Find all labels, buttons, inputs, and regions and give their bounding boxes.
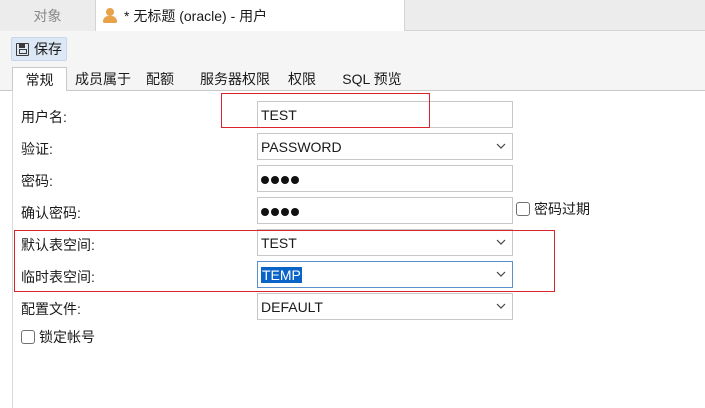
toolbar: 保存 [0, 31, 705, 65]
password-expired-label: 密码过期 [534, 201, 590, 217]
chevron-down-icon [496, 143, 506, 149]
tab-objects[interactable]: 对象 [0, 0, 96, 31]
confirm-password-label: 确认密码: [21, 205, 81, 221]
temp-tablespace-select[interactable]: TEMP [257, 261, 513, 288]
save-icon [16, 42, 29, 56]
tab-privileges[interactable]: 权限 [282, 67, 322, 91]
chevron-down-icon [496, 239, 506, 245]
password-label: 密码: [21, 173, 53, 189]
chevron-down-icon [496, 303, 506, 309]
lock-account-box[interactable] [21, 330, 35, 344]
tab-objects-label: 对象 [33, 7, 62, 24]
temp-tablespace-value: TEMP [261, 266, 302, 283]
username-input[interactable]: TEST [257, 101, 513, 128]
profile-select[interactable]: DEFAULT [257, 293, 513, 320]
top-tab-bar: 对象 * 无标题 (oracle) - 用户 [0, 0, 705, 32]
username-value: TEST [261, 106, 297, 123]
profile-value: DEFAULT [261, 298, 323, 315]
temp-tablespace-label: 临时表空间: [21, 269, 95, 285]
confirm-password-mask [261, 203, 301, 219]
tab-server-privileges[interactable]: 服务器权限 [195, 67, 275, 91]
lock-account-checkbox[interactable]: 锁定帐号 [21, 327, 95, 347]
tab-sql-preview[interactable]: SQL 预览 [337, 67, 407, 91]
default-tablespace-select[interactable]: TEST [257, 229, 513, 256]
chevron-down-icon [496, 271, 506, 277]
sub-tab-bar: 常规 成员属于 配额 服务器权限 权限 SQL 预览 [0, 65, 705, 92]
tab-member-of-label: 成员属于 [75, 71, 131, 87]
tab-user-editor-label: * 无标题 (oracle) - 用户 [124, 8, 268, 24]
auth-label: 验证: [21, 141, 53, 157]
tab-sql-preview-label: SQL 预览 [342, 71, 402, 87]
tab-general[interactable]: 常规 [12, 67, 67, 92]
tab-quota[interactable]: 配额 [140, 67, 180, 91]
password-mask [261, 171, 301, 187]
user-icon [102, 8, 118, 24]
save-button[interactable]: 保存 [11, 37, 67, 61]
password-expired-checkbox[interactable]: 密码过期 [516, 199, 590, 219]
confirm-password-input[interactable] [257, 197, 513, 224]
tab-server-privileges-label: 服务器权限 [200, 71, 270, 87]
default-tablespace-value: TEST [261, 234, 297, 251]
tab-member-of[interactable]: 成员属于 [70, 67, 136, 91]
tab-quota-label: 配额 [146, 71, 174, 87]
lock-account-label: 锁定帐号 [39, 329, 95, 345]
profile-label: 配置文件: [21, 301, 81, 317]
save-button-label: 保存 [34, 41, 62, 57]
auth-select[interactable]: PASSWORD [257, 133, 513, 160]
tab-privileges-label: 权限 [288, 71, 316, 87]
password-input[interactable] [257, 165, 513, 192]
tab-general-label: 常规 [25, 72, 54, 88]
auth-value: PASSWORD [261, 138, 342, 155]
username-label: 用户名: [21, 109, 67, 125]
default-tablespace-label: 默认表空间: [21, 237, 95, 253]
tab-user-editor[interactable]: * 无标题 (oracle) - 用户 [96, 0, 405, 32]
password-expired-box[interactable] [516, 202, 530, 216]
